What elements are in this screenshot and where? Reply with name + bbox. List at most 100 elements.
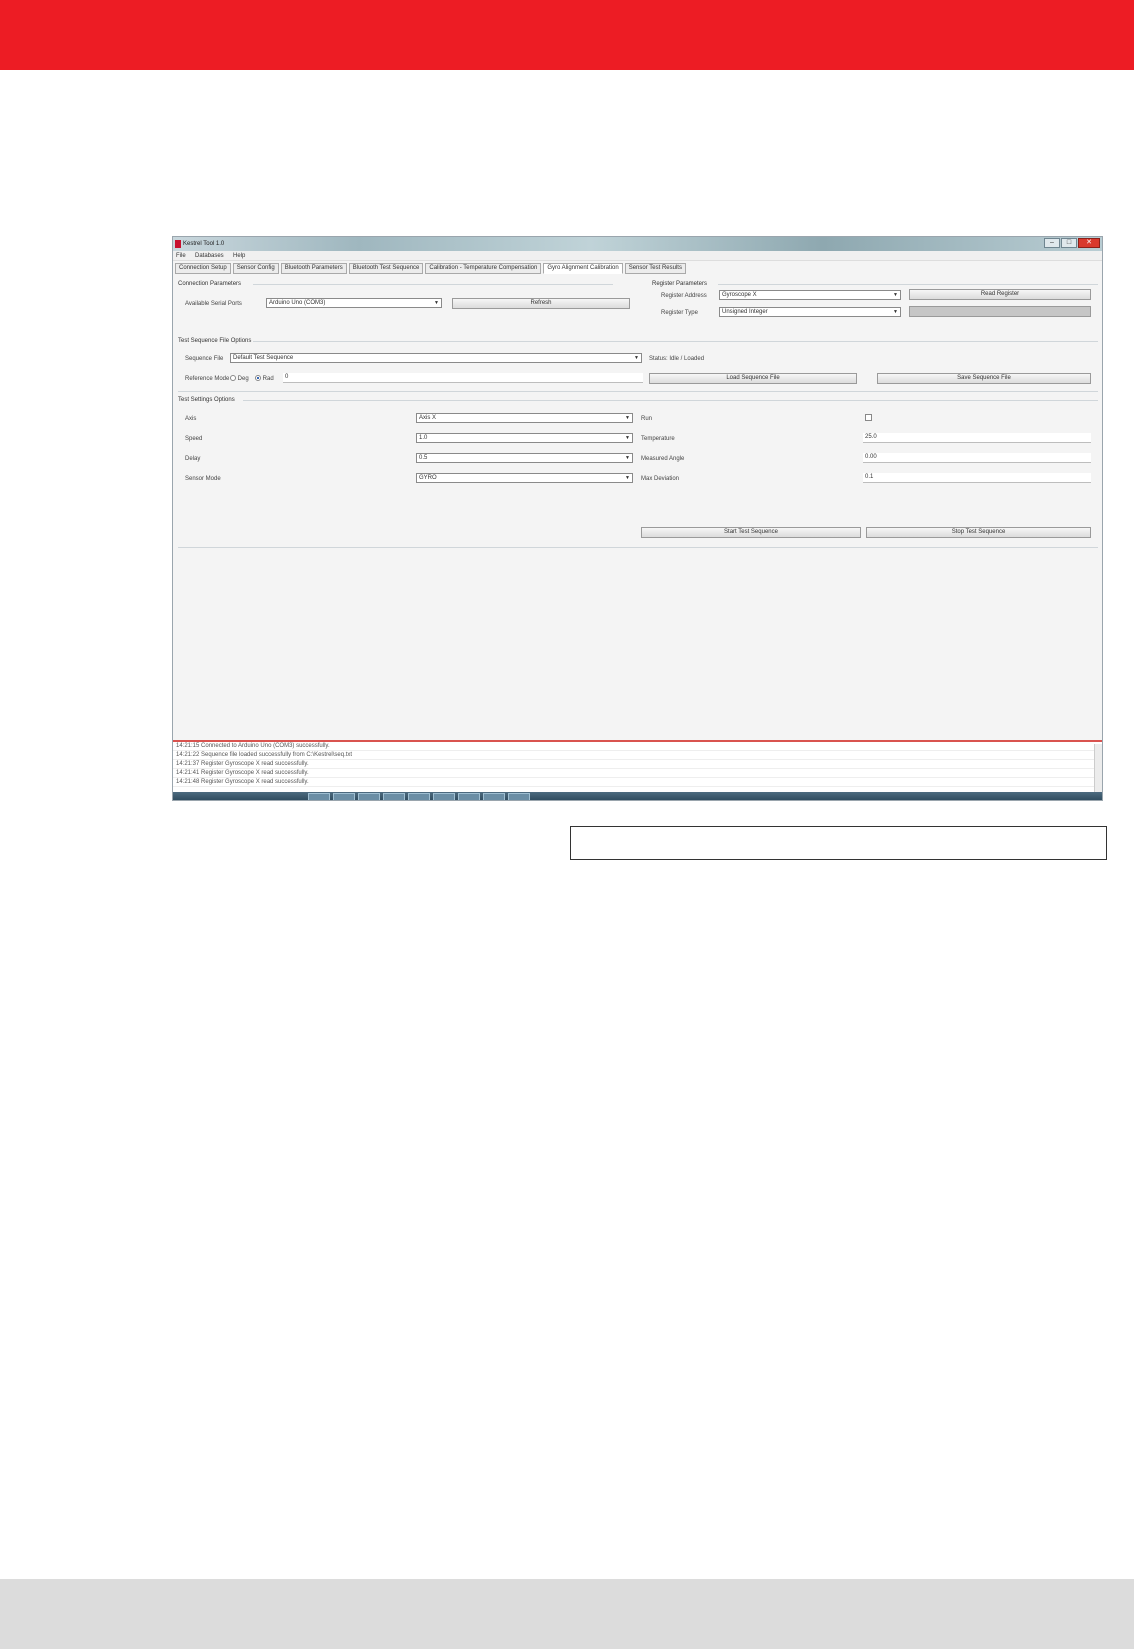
sensor-mode-label: Sensor Mode bbox=[185, 476, 221, 482]
register-type-label: Register Type bbox=[661, 310, 698, 316]
tab-sensor-results[interactable]: Sensor Test Results bbox=[624, 263, 686, 274]
log-line: 14:21:48 Register Gyroscope X read succe… bbox=[173, 778, 1102, 787]
load-sequence-button[interactable]: Load Sequence File bbox=[649, 373, 857, 384]
settings-group-title: Test Settings Options bbox=[178, 397, 235, 403]
tab-gyro-alignment[interactable]: Gyro Alignment Calibration bbox=[543, 263, 623, 274]
run-checkbox[interactable] bbox=[865, 414, 872, 421]
log-line: 14:21:41 Register Gyroscope X read succe… bbox=[173, 769, 1102, 778]
chevron-down-icon: ▼ bbox=[625, 475, 630, 481]
max-deviation-label: Max Deviation bbox=[641, 476, 680, 482]
tab-bar: Connection Setup Sensor Config Bluetooth… bbox=[175, 263, 686, 274]
measured-angle-input[interactable]: 0.00 bbox=[863, 453, 1091, 463]
sequence-file-select[interactable]: Default Test Sequence ▼ bbox=[230, 353, 642, 363]
taskbar-item[interactable] bbox=[408, 793, 430, 800]
taskbar-item[interactable] bbox=[483, 793, 505, 800]
menu-file[interactable]: File bbox=[176, 252, 186, 260]
tab-bluetooth-parameters[interactable]: Bluetooth Parameters bbox=[280, 263, 347, 274]
window-titlebar: Kestrel Tool 1.0 – □ ✕ bbox=[173, 237, 1102, 251]
sensor-mode-select[interactable]: GYRO ▼ bbox=[416, 473, 633, 483]
taskbar-item[interactable] bbox=[383, 793, 405, 800]
taskbar bbox=[173, 792, 1102, 800]
taskbar-item[interactable] bbox=[508, 793, 530, 800]
header-band bbox=[0, 0, 1134, 70]
app-icon bbox=[175, 240, 181, 248]
chevron-down-icon: ▼ bbox=[634, 355, 639, 361]
radio-icon[interactable] bbox=[230, 375, 236, 382]
save-sequence-button[interactable]: Save Sequence File bbox=[877, 373, 1091, 384]
temperature-input[interactable]: 25.0 bbox=[863, 433, 1091, 443]
log-scrollbar[interactable] bbox=[1094, 744, 1102, 792]
speed-select[interactable]: 1.0 ▼ bbox=[416, 433, 633, 443]
temperature-label: Temperature bbox=[641, 436, 675, 442]
chevron-down-icon: ▼ bbox=[625, 415, 630, 421]
divider bbox=[243, 400, 1098, 401]
menu-help[interactable]: Help bbox=[233, 252, 245, 260]
axis-select[interactable]: Axis X ▼ bbox=[416, 413, 633, 423]
delay-select[interactable]: 0.5 ▼ bbox=[416, 453, 633, 463]
mode-option-deg[interactable]: Deg bbox=[230, 375, 249, 383]
register-address-value: Gyroscope X bbox=[722, 292, 757, 298]
sequence-status-label: Status: Idle / Loaded bbox=[649, 356, 705, 362]
write-register-button[interactable] bbox=[909, 306, 1091, 317]
chevron-down-icon: ▼ bbox=[893, 309, 898, 315]
measured-angle-label: Measured Angle bbox=[641, 456, 685, 462]
max-deviation-input[interactable]: 0.1 bbox=[863, 473, 1091, 483]
taskbar-item[interactable] bbox=[308, 793, 330, 800]
run-label: Run bbox=[641, 416, 653, 422]
divider bbox=[253, 341, 1098, 342]
sequence-file-value: Default Test Sequence bbox=[233, 355, 294, 361]
stop-sequence-button[interactable]: Stop Test Sequence bbox=[866, 527, 1091, 538]
taskbar-item[interactable] bbox=[333, 793, 355, 800]
reference-value-input[interactable]: 0 bbox=[283, 373, 643, 383]
taskbar-item[interactable] bbox=[458, 793, 480, 800]
serial-port-value: Arduino Uno (COM3) bbox=[269, 300, 326, 306]
tab-calibration-temperature[interactable]: Calibration - Temperature Compensation bbox=[425, 263, 542, 274]
tab-bluetooth-test[interactable]: Bluetooth Test Sequence bbox=[348, 263, 424, 274]
read-register-button[interactable]: Read Register bbox=[909, 289, 1091, 300]
start-sequence-button[interactable]: Start Test Sequence bbox=[641, 527, 861, 538]
chevron-down-icon: ▼ bbox=[625, 455, 630, 461]
menu-bar: File Databases Help bbox=[173, 251, 1102, 261]
axis-value: Axis X bbox=[419, 415, 437, 421]
log-panel: 14:21:15 Connected to Arduino Uno (COM3)… bbox=[173, 740, 1102, 792]
footer-band bbox=[0, 1579, 1134, 1649]
divider bbox=[178, 547, 1098, 548]
divider bbox=[178, 391, 1098, 392]
register-address-label: Register Address bbox=[661, 293, 707, 299]
delay-label: Delay bbox=[185, 456, 201, 462]
register-type-select[interactable]: Unsigned Integer ▼ bbox=[719, 307, 901, 317]
connection-group-title: Connection Parameters bbox=[178, 281, 242, 287]
serial-port-select[interactable]: Arduino Uno (COM3) ▼ bbox=[266, 298, 442, 308]
window-title: Kestrel Tool 1.0 bbox=[183, 241, 225, 247]
speed-value: 1.0 bbox=[419, 435, 428, 441]
tab-sensor-config[interactable]: Sensor Config bbox=[232, 263, 279, 274]
taskbar-item[interactable] bbox=[433, 793, 455, 800]
application-screenshot: Kestrel Tool 1.0 – □ ✕ File Databases He… bbox=[172, 236, 1103, 801]
sensor-mode-value: GYRO bbox=[419, 475, 437, 481]
reference-mode-label: Reference Mode bbox=[185, 376, 230, 382]
refresh-button[interactable]: Refresh bbox=[452, 298, 630, 309]
divider bbox=[253, 284, 613, 285]
sequence-file-label: Sequence File bbox=[185, 356, 224, 362]
speed-label: Speed bbox=[185, 436, 203, 442]
register-type-value: Unsigned Integer bbox=[722, 309, 768, 315]
menu-databases[interactable]: Databases bbox=[195, 252, 224, 260]
minimize-icon[interactable]: – bbox=[1044, 238, 1060, 248]
caption-box bbox=[570, 826, 1107, 860]
log-line: 14:21:37 Register Gyroscope X read succe… bbox=[173, 760, 1102, 769]
taskbar-item[interactable] bbox=[358, 793, 380, 800]
chevron-down-icon: ▼ bbox=[434, 300, 439, 306]
serial-ports-label: Available Serial Ports bbox=[185, 301, 242, 307]
delay-value: 0.5 bbox=[419, 455, 428, 461]
radio-selected-icon[interactable] bbox=[255, 375, 261, 382]
divider bbox=[718, 284, 1098, 285]
axis-label: Axis bbox=[185, 416, 197, 422]
maximize-icon[interactable]: □ bbox=[1061, 238, 1077, 248]
log-line: 14:21:15 Connected to Arduino Uno (COM3)… bbox=[173, 742, 1102, 751]
mode-option-rad[interactable]: Rad bbox=[255, 375, 274, 383]
register-address-select[interactable]: Gyroscope X ▼ bbox=[719, 290, 901, 300]
chevron-down-icon: ▼ bbox=[893, 292, 898, 298]
register-group-title: Register Parameters bbox=[652, 281, 708, 287]
tab-connection-setup[interactable]: Connection Setup bbox=[175, 263, 231, 274]
close-icon[interactable]: ✕ bbox=[1078, 238, 1100, 248]
